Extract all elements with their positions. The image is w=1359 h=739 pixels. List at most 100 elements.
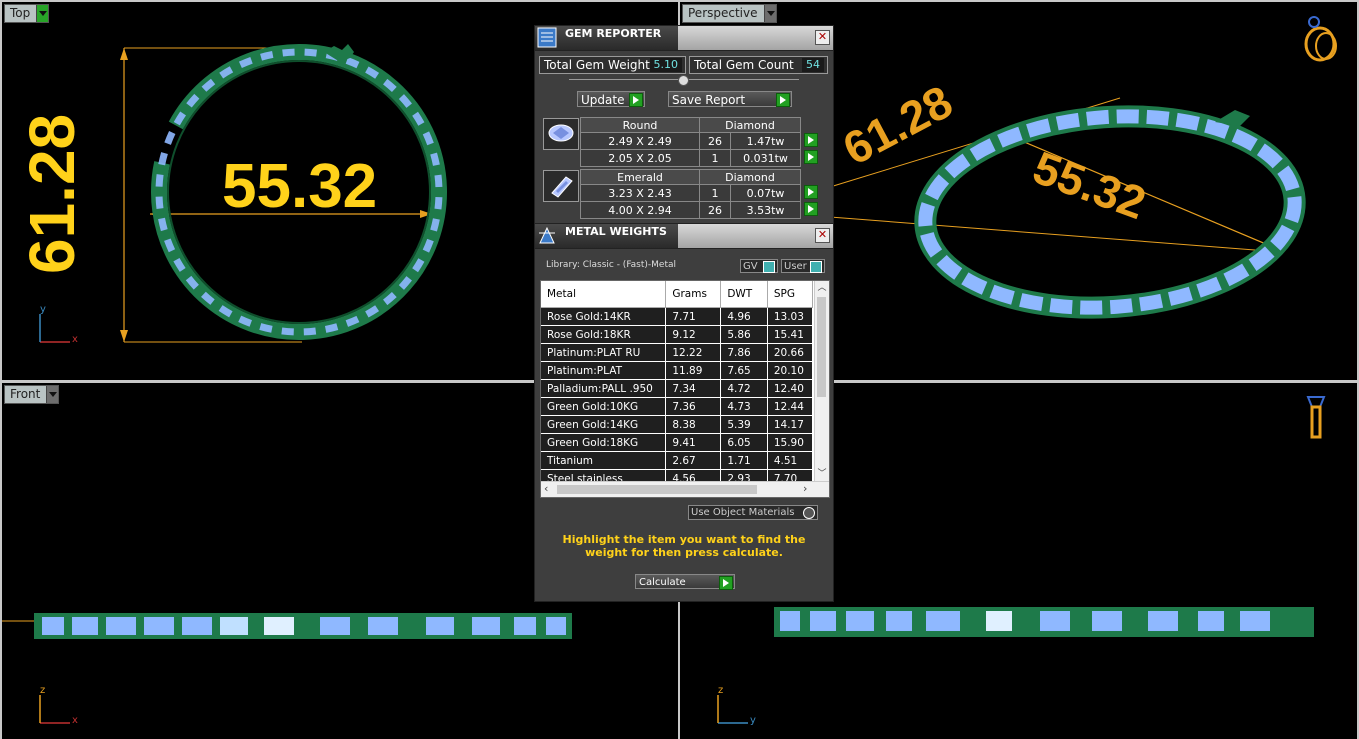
chevron-down-icon[interactable]: ﹀ (815, 467, 829, 481)
gem-row[interactable]: 4.00 X 2.94 26 3.53tw (580, 201, 822, 219)
play-icon[interactable] (804, 149, 819, 164)
column-header-grams[interactable]: Grams (665, 281, 722, 308)
metal-dwt: 6.05 (720, 433, 768, 452)
chevron-right-icon[interactable]: › (803, 482, 807, 496)
user-toggle-label: User (784, 261, 807, 272)
column-header-spg[interactable]: SPG (767, 281, 814, 308)
axis-y-label: y (750, 715, 756, 726)
use-object-materials-toggle[interactable]: Use Object Materials (688, 505, 818, 520)
metal-dwt: 7.65 (720, 361, 768, 380)
total-gem-count-value: 54 (802, 58, 824, 72)
gem-size: 4.00 X 2.94 (580, 201, 700, 219)
metal-spg: 13.03 (767, 307, 814, 326)
metal-name: Green Gold:14KG (541, 415, 667, 434)
axis-x-label: x (72, 715, 78, 726)
metal-row[interactable]: Platinum:PLAT RU 12.22 7.86 20.66 (541, 343, 814, 362)
gem-group-round: Round Diamond 2.49 X 2.49 26 1.47tw 2.05… (580, 117, 822, 167)
axis-z-label: z (718, 685, 724, 696)
emerald-gem-icon (543, 170, 579, 202)
metal-row[interactable]: Green Gold:10KG 7.36 4.73 12.44 (541, 397, 814, 416)
user-toggle[interactable]: User (781, 259, 825, 273)
play-icon[interactable] (804, 184, 818, 199)
axis-x-label: x (72, 334, 78, 345)
gv-toggle-label: GV (743, 261, 758, 272)
column-header-dwt[interactable]: DWT (720, 281, 768, 308)
gem-group-emerald: Emerald Diamond 3.23 X 2.43 1 0.07tw 4.0… (580, 169, 822, 219)
metal-row[interactable]: Green Gold:14KG 8.38 5.39 14.17 (541, 415, 814, 434)
play-icon[interactable] (804, 201, 819, 216)
ring-view-icon[interactable] (1300, 16, 1338, 66)
metal-weights-panel: METAL WEIGHTS ✕ Library: Classic - (Fast… (534, 223, 834, 602)
collapse-icon[interactable] (678, 75, 689, 86)
gem-row[interactable]: 3.23 X 2.43 1 0.07tw (580, 184, 822, 202)
metal-name: Green Gold:18KG (541, 433, 667, 452)
close-icon[interactable]: ✕ (815, 228, 830, 243)
metal-spg: 20.10 (767, 361, 814, 380)
metal-grams: 2.67 (665, 451, 722, 470)
width-dimension-text: 55.32 (222, 152, 378, 221)
gem-row[interactable]: 2.49 X 2.49 26 1.47tw (580, 132, 822, 150)
scrollbar-thumb[interactable] (817, 297, 826, 397)
chevron-left-icon[interactable]: ‹ (544, 482, 548, 496)
metal-row[interactable]: Titanium 2.67 1.71 4.51 (541, 451, 814, 470)
pendant-view-icon[interactable] (1304, 393, 1330, 443)
gem-count: 1 (699, 149, 731, 167)
metal-spg: 12.44 (767, 397, 814, 416)
gem-size: 3.23 X 2.43 (580, 184, 700, 202)
metal-weights-table-container[interactable]: Metal Grams DWT SPG Rose Gold:14KR 7.71 4.… (540, 280, 830, 498)
round-gem-icon (543, 118, 579, 150)
gem-weight: 3.53tw (730, 201, 801, 219)
metal-row[interactable]: Rose Gold:18KR 9.12 5.86 15.41 (541, 325, 814, 344)
metal-spg: 20.66 (767, 343, 814, 362)
gem-reporter-panel: GEM REPORTER ✕ Total Gem Weight 5.10 Tot… (534, 25, 834, 225)
metal-row[interactable]: Green Gold:18KG 9.41 6.05 15.90 (541, 433, 814, 452)
total-gem-weight-field: Total Gem Weight 5.10 (539, 56, 686, 74)
total-gem-count-label: Total Gem Count (694, 58, 794, 72)
metal-name: Rose Gold:14KR (541, 307, 667, 326)
chevron-up-icon[interactable]: ︿ (815, 281, 829, 295)
height-dimension-text: 61.28 (16, 113, 88, 274)
metal-dwt: 5.86 (720, 325, 768, 344)
gem-count: 26 (699, 201, 731, 219)
update-button-label: Update (581, 93, 625, 107)
metal-spg: 15.41 (767, 325, 814, 344)
scrollbar-thumb[interactable] (557, 485, 757, 494)
play-icon (629, 93, 643, 107)
gem-shape-header: Emerald (580, 169, 700, 185)
total-gem-count-field: Total Gem Count 54 (689, 56, 828, 74)
gem-reporter-titlebar[interactable]: GEM REPORTER ✕ (535, 26, 833, 51)
gem-count: 1 (699, 184, 731, 202)
metal-grams: 7.34 (665, 379, 722, 398)
close-icon[interactable]: ✕ (815, 30, 830, 45)
calculate-hint-text: Highlight the item you want to find the … (562, 533, 806, 559)
calculate-button[interactable]: Calculate (635, 574, 735, 590)
gem-shape-header: Round (580, 117, 700, 133)
total-gem-weight-label: Total Gem Weight (544, 58, 650, 72)
metal-grams: 11.89 (665, 361, 722, 380)
metal-row[interactable]: Platinum:PLAT 11.89 7.65 20.10 (541, 361, 814, 380)
metal-row[interactable]: Palladium:PALL .950 7.34 4.72 12.40 (541, 379, 814, 398)
metal-weights-titlebar[interactable]: METAL WEIGHTS ✕ (535, 224, 833, 249)
metal-name: Titanium (541, 451, 667, 470)
play-icon[interactable] (804, 132, 818, 147)
toggle-knob-icon (803, 507, 815, 519)
metal-name: Platinum:PLAT (541, 361, 667, 380)
gem-row[interactable]: 2.05 X 2.05 1 0.031tw (580, 149, 822, 167)
horizontal-scrollbar[interactable]: ‹ › (541, 481, 829, 497)
metal-dwt: 7.86 (720, 343, 768, 362)
gem-weight: 1.47tw (730, 132, 801, 150)
play-icon (776, 93, 790, 107)
save-report-button[interactable]: Save Report (668, 91, 792, 107)
metal-weights-table: Metal Grams DWT SPG Rose Gold:14KR 7.71 4.… (541, 281, 814, 497)
metal-row[interactable]: Rose Gold:14KR 7.71 4.96 13.03 (541, 307, 814, 326)
play-icon (719, 576, 733, 590)
column-header-metal[interactable]: Metal (541, 281, 667, 308)
metal-spg: 4.51 (767, 451, 814, 470)
vertical-scrollbar[interactable]: ︿ ﹀ (814, 281, 829, 481)
update-button[interactable]: Update (577, 91, 645, 107)
metal-dwt: 4.96 (720, 307, 768, 326)
gv-toggle[interactable]: GV (740, 259, 778, 273)
gem-weight: 0.031tw (730, 149, 801, 167)
metal-dwt: 4.73 (720, 397, 768, 416)
calculate-button-label: Calculate (639, 577, 686, 588)
